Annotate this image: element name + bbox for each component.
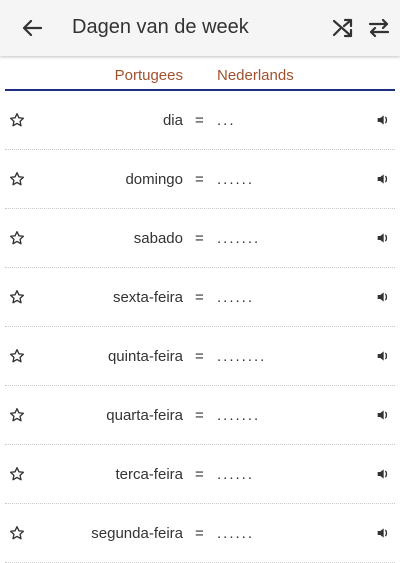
equals-sign: = <box>195 112 204 129</box>
equals-sign: = <box>195 407 204 424</box>
page-title: Dagen van de week <box>72 16 249 38</box>
answer-placeholder[interactable]: ...... <box>217 525 254 542</box>
answer-placeholder[interactable]: ...... <box>217 171 254 188</box>
column-header-source[interactable]: Portugees <box>115 67 183 84</box>
answer-placeholder[interactable]: ...... <box>217 289 254 306</box>
equals-sign: = <box>195 230 204 247</box>
list-item[interactable]: quarta-feira = ....... <box>5 386 395 445</box>
source-word: terca-feira <box>115 466 183 483</box>
word-list: dia = ... domingo = ...... sabado = ....… <box>5 91 395 563</box>
list-item[interactable]: dia = ... <box>5 91 395 150</box>
answer-placeholder[interactable]: ........ <box>217 348 266 365</box>
speaker-icon[interactable] <box>375 171 391 187</box>
app-bar: Dagen van de week <box>0 0 400 56</box>
swap-horizontal-icon <box>368 18 390 38</box>
arrow-left-icon <box>22 19 42 37</box>
star-icon[interactable] <box>9 230 25 246</box>
shuffle-icon <box>332 18 353 38</box>
equals-sign: = <box>195 171 204 188</box>
equals-sign: = <box>195 466 204 483</box>
source-word: sabado <box>133 230 183 247</box>
answer-placeholder[interactable]: ....... <box>217 230 260 247</box>
source-word: segunda-feira <box>91 525 183 542</box>
speaker-icon[interactable] <box>375 230 391 246</box>
star-icon[interactable] <box>9 171 25 187</box>
list-item[interactable]: segunda-feira = ...... <box>5 504 395 563</box>
source-word: dia <box>162 112 183 129</box>
column-header-target[interactable]: Nederlands <box>217 67 294 84</box>
speaker-icon[interactable] <box>375 348 391 364</box>
source-word: sexta-feira <box>112 289 183 306</box>
speaker-icon[interactable] <box>375 112 391 128</box>
star-icon[interactable] <box>9 525 25 541</box>
shuffle-button[interactable] <box>330 16 356 40</box>
speaker-icon[interactable] <box>375 407 391 423</box>
answer-placeholder[interactable]: ....... <box>217 407 260 424</box>
list-item[interactable]: sexta-feira = ...... <box>5 268 395 327</box>
star-icon[interactable] <box>9 466 25 482</box>
speaker-icon[interactable] <box>375 289 391 305</box>
speaker-icon[interactable] <box>375 525 391 541</box>
star-icon[interactable] <box>9 348 25 364</box>
star-icon[interactable] <box>9 407 25 423</box>
list-item[interactable]: domingo = ...... <box>5 150 395 209</box>
source-word: domingo <box>125 171 183 188</box>
source-word: quinta-feira <box>107 348 183 365</box>
list-item[interactable]: quinta-feira = ........ <box>5 327 395 386</box>
equals-sign: = <box>195 348 204 365</box>
list-item[interactable]: sabado = ....... <box>5 209 395 268</box>
answer-placeholder[interactable]: ...... <box>217 466 254 483</box>
column-headers: Portugees Nederlands <box>0 60 400 90</box>
equals-sign: = <box>195 289 204 306</box>
list-item[interactable]: terca-feira = ...... <box>5 445 395 504</box>
equals-sign: = <box>195 525 204 542</box>
star-icon[interactable] <box>9 112 25 128</box>
speaker-icon[interactable] <box>375 466 391 482</box>
answer-placeholder[interactable]: ... <box>217 112 236 129</box>
swap-languages-button[interactable] <box>365 16 393 40</box>
source-word: quarta-feira <box>106 407 183 424</box>
star-icon[interactable] <box>9 289 25 305</box>
back-button[interactable] <box>18 16 46 40</box>
